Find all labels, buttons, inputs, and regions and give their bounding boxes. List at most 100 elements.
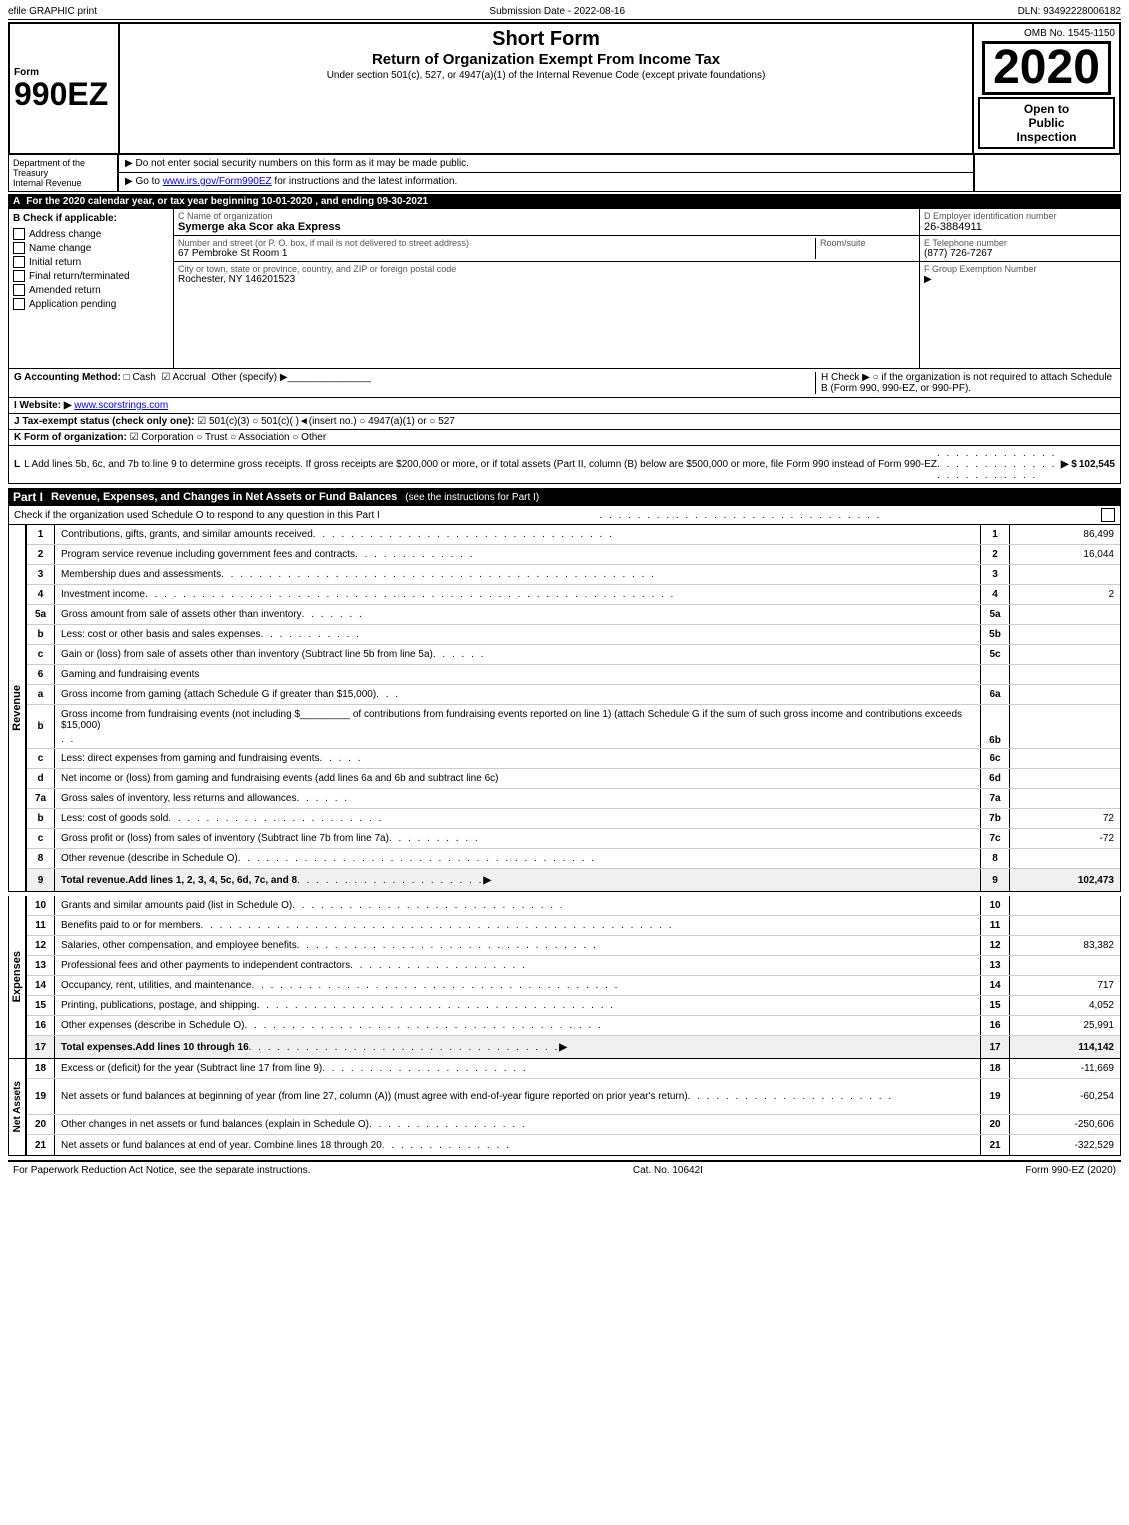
instruction1: ▶ Do not enter social security numbers o… [119, 155, 973, 173]
line-num-6c: c [27, 749, 55, 768]
cb-name: Name change [13, 242, 169, 254]
line-val-8 [1010, 849, 1120, 868]
line-num-6b: b [27, 705, 55, 748]
line-num-6d: d [27, 769, 55, 788]
line-val-1: 86,499 [1010, 525, 1120, 544]
line-ref-3: 3 [980, 565, 1010, 584]
line-ref-11: 11 [980, 916, 1010, 935]
cb-pending-box[interactable] [13, 298, 25, 310]
footer-left: For Paperwork Reduction Act Notice, see … [13, 1165, 310, 1176]
form-org-options: ☑ Corporation ○ Trust ○ Association ○ Ot… [130, 432, 327, 443]
form-title1: Short Form [124, 28, 968, 51]
line-num-17: 17 [27, 1036, 55, 1058]
line-val-7b: 72 [1010, 809, 1120, 828]
line-desc-12: Salaries, other compensation, and employ… [55, 936, 980, 955]
line-ref-6 [980, 665, 1010, 684]
revenue-side-label: Revenue [9, 525, 27, 891]
tax-exempt-row: J Tax-exempt status (check only one): ☑ … [8, 414, 1121, 430]
cb-final-box[interactable] [13, 270, 25, 282]
line-desc-15: Printing, publications, postage, and shi… [55, 996, 980, 1015]
cb-address-box[interactable] [13, 228, 25, 240]
line-ref-6d: 6d [980, 769, 1010, 788]
line-desc-9: Total revenue. Add lines 1, 2, 3, 4, 5c,… [55, 869, 980, 891]
page: efile GRAPHIC print Submission Date - 20… [0, 0, 1129, 1183]
section-a-label: A [13, 196, 20, 207]
tax-exempt-label: J Tax-exempt status (check only one): [14, 416, 194, 427]
check-b-label: B Check if applicable: [13, 213, 169, 224]
form-number: 990EZ [14, 78, 114, 110]
website-label: I Website: ▶ [14, 400, 72, 411]
line-ref-7a: 7a [980, 789, 1010, 808]
line-num-11: 11 [27, 916, 55, 935]
line-val-5a [1010, 605, 1120, 624]
line-val-11 [1010, 916, 1120, 935]
org-name: Symerge aka Scor aka Express [178, 221, 915, 233]
line-ref-18: 18 [980, 1059, 1010, 1078]
line-num-5a: 5a [27, 605, 55, 624]
line-num-1: 1 [27, 525, 55, 544]
accounting-row: G Accounting Method: □ Cash ☑ Accrual Ot… [14, 372, 815, 383]
cb-initial-box[interactable] [13, 256, 25, 268]
line-desc-10: Grants and similar amounts paid (list in… [55, 896, 980, 915]
cb-amended-box[interactable] [13, 284, 25, 296]
line-num-12: 12 [27, 936, 55, 955]
cb-amended: Amended return [13, 284, 169, 296]
line-num-21: 21 [27, 1135, 55, 1155]
accounting-accrual: ☑ Accrual [161, 372, 206, 383]
form-org-row: K Form of organization: ☑ Corporation ○ … [8, 430, 1121, 446]
org-group: ▶ [924, 274, 1116, 285]
line-l-arrow: ▶ $ [1061, 459, 1077, 470]
line-ref-16: 16 [980, 1016, 1010, 1035]
line-desc-7a: Gross sales of inventory, less returns a… [55, 789, 980, 808]
org-phone: (877) 726-7267 [924, 248, 1116, 259]
form-title2: Return of Organization Exempt From Incom… [124, 51, 968, 68]
line-num-7c: c [27, 829, 55, 848]
line-val-17: 114,142 [1010, 1036, 1120, 1058]
footer-mid: Cat. No. 10642I [633, 1165, 703, 1176]
line-val-7a [1010, 789, 1120, 808]
room-label: Room/suite [820, 238, 915, 248]
line-ref-9: 9 [980, 869, 1010, 891]
cb-name-box[interactable] [13, 242, 25, 254]
org-ein: 26-3884911 [924, 221, 1116, 233]
line-val-5c [1010, 645, 1120, 664]
cb-final: Final return/terminated [13, 270, 169, 282]
part-i-label: Part I [13, 490, 43, 504]
part-i-check-box[interactable] [1101, 508, 1115, 522]
line-num-19: 19 [27, 1079, 55, 1114]
cb-pending-label: Application pending [29, 299, 116, 310]
line-num-3: 3 [27, 565, 55, 584]
line-ref-6a: 6a [980, 685, 1010, 704]
line-ref-6c: 6c [980, 749, 1010, 768]
line-num-13: 13 [27, 956, 55, 975]
line-val-9: 102,473 [1010, 869, 1120, 891]
line-ref-4: 4 [980, 585, 1010, 604]
line-desc-13: Professional fees and other payments to … [55, 956, 980, 975]
accounting-cash: □ Cash [124, 372, 156, 383]
line-num-14: 14 [27, 976, 55, 995]
open-to-public: Open to Public Inspection [978, 97, 1115, 149]
part-i-header: Part I Revenue, Expenses, and Changes in… [8, 488, 1121, 506]
line-desc-6d: Net income or (loss) from gaming and fun… [55, 769, 980, 788]
irs-link[interactable]: www.irs.gov/Form990EZ [163, 176, 272, 187]
line-num-6a: a [27, 685, 55, 704]
top-bar: efile GRAPHIC print Submission Date - 20… [8, 4, 1121, 20]
line-num-7b: b [27, 809, 55, 828]
org-address: 67 Pembroke St Room 1 [178, 248, 809, 259]
line-ref-5b: 5b [980, 625, 1010, 644]
line-l-label: L [14, 459, 20, 470]
line-val-2: 16,044 [1010, 545, 1120, 564]
part-i-check-dots: . . . . . . . . . . . . . . . . . . . . … [599, 510, 881, 521]
line-val-5b [1010, 625, 1120, 644]
line-ref-12: 12 [980, 936, 1010, 955]
line-val-6c [1010, 749, 1120, 768]
line-l-dots: . . . . . . . . . . . . . . . . . . . . … [937, 448, 1057, 481]
line-num-15: 15 [27, 996, 55, 1015]
line-num-5b: b [27, 625, 55, 644]
website-url[interactable]: www.scorstrings.com [74, 400, 168, 411]
year: 2020 [982, 41, 1111, 95]
line-val-18: -11,669 [1010, 1059, 1120, 1078]
line-desc-7b: Less: cost of goods sold . . . . . . . .… [55, 809, 980, 828]
line-val-14: 717 [1010, 976, 1120, 995]
line-num-18: 18 [27, 1059, 55, 1078]
